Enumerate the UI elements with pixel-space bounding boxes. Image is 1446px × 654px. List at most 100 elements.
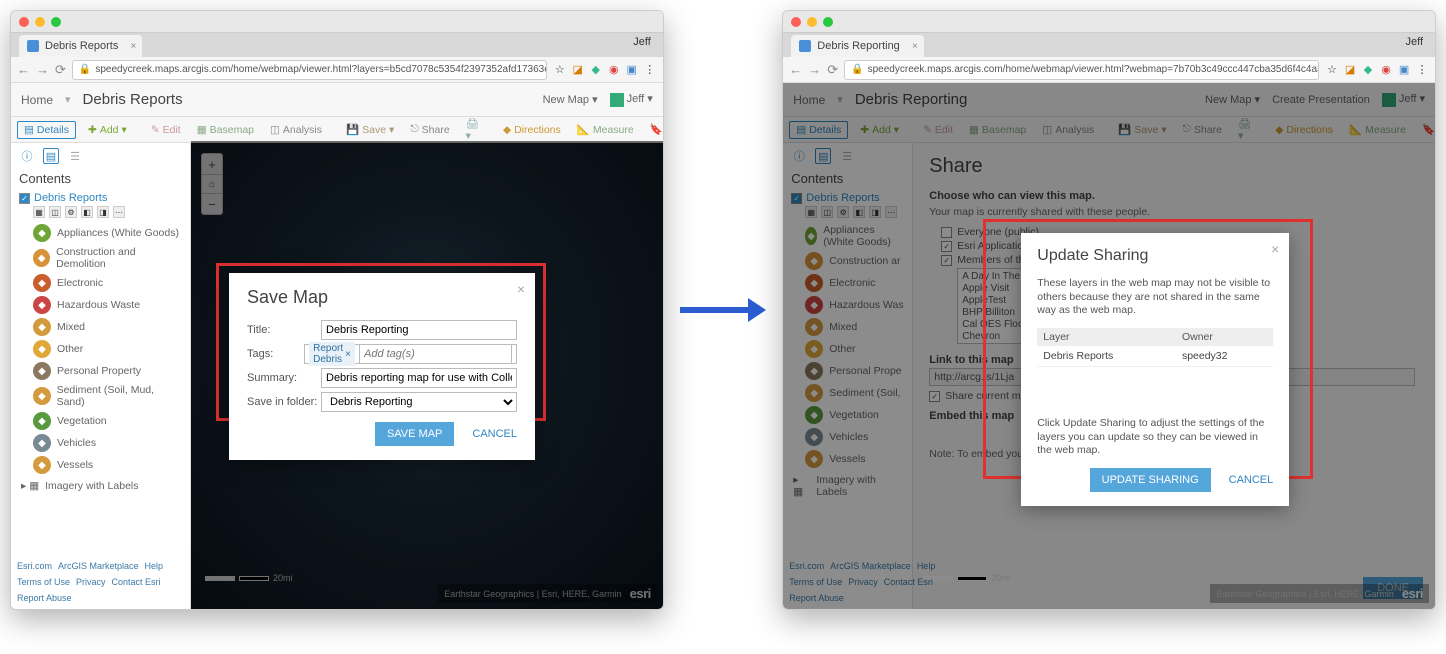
tags-input[interactable]: Report Debris ×: [304, 344, 517, 364]
legend-tab-icon[interactable]: ☰: [67, 148, 83, 164]
back-icon[interactable]: ←: [789, 62, 802, 78]
star-icon[interactable]: ☆: [1325, 63, 1339, 77]
back-icon[interactable]: ←: [17, 62, 30, 78]
close-dot[interactable]: [19, 17, 29, 27]
close-icon[interactable]: ×: [517, 281, 525, 297]
title-input[interactable]: [321, 320, 517, 340]
footer-link[interactable]: Privacy: [76, 577, 106, 587]
bookmarks-button[interactable]: 🔖 Bookmarks: [646, 121, 664, 138]
table-row: Debris Reportsspeedy32: [1037, 346, 1273, 367]
edit-button[interactable]: ✎ Edit: [147, 122, 185, 138]
max-dot[interactable]: [823, 17, 833, 27]
reload-icon[interactable]: ⟳: [827, 62, 838, 78]
profile-name[interactable]: Jeff: [1405, 36, 1423, 48]
legend-label: Vegetation: [57, 415, 107, 427]
directions-button[interactable]: ◆ Directions: [499, 122, 565, 138]
legend-label: Other: [57, 343, 83, 355]
min-dot[interactable]: [807, 17, 817, 27]
ext-icon-1[interactable]: ◪: [571, 63, 585, 77]
url-box[interactable]: 🔒speedycreek.maps.arcgis.com/home/webmap…: [844, 60, 1319, 80]
save-map-button[interactable]: SAVE MAP: [375, 422, 454, 446]
cancel-button[interactable]: CANCEL: [472, 428, 517, 440]
footer-link[interactable]: Esri.com: [17, 561, 52, 571]
summary-label: Summary:: [247, 372, 321, 384]
ext-icon-4[interactable]: ▣: [625, 63, 639, 77]
forward-icon[interactable]: →: [808, 62, 821, 78]
analysis-button[interactable]: ◫ Analysis: [266, 122, 326, 138]
layer-tool-icon[interactable]: ◨: [97, 206, 109, 218]
tab-title: Debris Reporting: [817, 40, 900, 52]
footer-link[interactable]: ArcGIS Marketplace: [58, 561, 139, 571]
cancel-button[interactable]: CANCEL: [1229, 474, 1274, 486]
content-tab-icon[interactable]: ▤: [43, 148, 59, 164]
ext-icon-2[interactable]: ◆: [589, 63, 603, 77]
basemap-row[interactable]: ▸ ▦ Imagery with Labels: [21, 480, 182, 492]
layer-tool-icon[interactable]: ◫: [49, 206, 61, 218]
ext-icon-2[interactable]: ◆: [1361, 63, 1375, 77]
layer-tool-icon[interactable]: ◧: [81, 206, 93, 218]
max-dot[interactable]: [51, 17, 61, 27]
browser-tab[interactable]: Debris Reporting ×: [791, 35, 924, 57]
col-layer: Layer: [1037, 328, 1176, 346]
print-button[interactable]: 🖨 ▾: [462, 115, 483, 144]
url-text: speedycreek.maps.arcgis.com/home/webmap/…: [868, 64, 1319, 75]
layer-tool-icon[interactable]: ⚙: [65, 206, 77, 218]
close-dot[interactable]: [791, 17, 801, 27]
tab-title: Debris Reports: [45, 40, 118, 52]
details-button[interactable]: ▤ Details: [17, 121, 76, 139]
ext-icon-1[interactable]: ◪: [1343, 63, 1357, 77]
tag-add-input[interactable]: [359, 344, 512, 364]
user-menu[interactable]: Jeff ▾: [610, 92, 653, 106]
browser-tab[interactable]: Debris Reports ×: [19, 35, 142, 57]
legend-list: ◆Appliances (White Goods)◆Construction a…: [19, 224, 182, 474]
measure-button[interactable]: 📐 Measure: [573, 121, 638, 138]
star-icon[interactable]: ☆: [553, 63, 567, 77]
legend-symbol-icon: ◆: [33, 362, 51, 380]
close-icon[interactable]: ×: [1271, 241, 1279, 257]
legend-item: ◆Vehicles: [33, 434, 182, 452]
legend-symbol-icon: ◆: [33, 340, 51, 358]
menu-icon[interactable]: ⋮: [643, 63, 657, 77]
summary-input[interactable]: [321, 368, 517, 388]
app-header: Home▾ Debris Reports New Map ▾ Jeff ▾: [11, 83, 663, 117]
dialog-message-2: Click Update Sharing to adjust the setti…: [1037, 417, 1273, 458]
update-sharing-dialog: × Update Sharing These layers in the web…: [1021, 233, 1289, 506]
layer-table: LayerOwner Debris Reportsspeedy32: [1037, 328, 1273, 367]
footer-link[interactable]: Report Abuse: [17, 593, 72, 603]
favicon: [799, 40, 811, 52]
tag-chip[interactable]: Report Debris ×: [309, 342, 355, 366]
app-title: Debris Reports: [83, 91, 183, 108]
home-link[interactable]: Home: [21, 93, 53, 107]
extension-icons: ☆ ◪ ◆ ◉ ▣ ⋮: [553, 63, 657, 77]
layer-checkbox[interactable]: ✓Debris Reports: [19, 192, 182, 204]
new-map-link[interactable]: New Map ▾: [543, 93, 598, 106]
basemap-button[interactable]: ▦ Basemap: [193, 122, 258, 138]
dialog-title: Update Sharing: [1037, 247, 1273, 265]
layer-tool-icon[interactable]: ▦: [33, 206, 45, 218]
share-button[interactable]: ⎋ Share: [406, 121, 453, 138]
add-button[interactable]: ✚ Add ▾: [84, 122, 131, 138]
footer-link[interactable]: Help: [145, 561, 164, 571]
ext-icon-4[interactable]: ▣: [1397, 63, 1411, 77]
ext-icon-3[interactable]: ◉: [1379, 63, 1393, 77]
close-icon[interactable]: ×: [131, 41, 137, 52]
url-box[interactable]: 🔒 speedycreek.maps.arcgis.com/home/webma…: [72, 60, 547, 80]
legend-item: ◆Sediment (Soil, Mud, Sand): [33, 384, 182, 408]
reload-icon[interactable]: ⟳: [55, 62, 66, 78]
close-icon[interactable]: ×: [912, 41, 918, 52]
menu-icon[interactable]: ⋮: [1415, 63, 1429, 77]
ext-icon-3[interactable]: ◉: [607, 63, 621, 77]
min-dot[interactable]: [35, 17, 45, 27]
legend-item: ◆Vegetation: [33, 412, 182, 430]
legend-label: Sediment (Soil, Mud, Sand): [57, 384, 182, 408]
forward-icon[interactable]: →: [36, 62, 49, 78]
about-tab-icon[interactable]: ⓘ: [19, 148, 35, 164]
layer-tool-icon[interactable]: ⋯: [113, 206, 125, 218]
profile-name[interactable]: Jeff: [633, 36, 651, 48]
footer-link[interactable]: Terms of Use: [17, 577, 70, 587]
folder-select[interactable]: Debris Reporting: [321, 392, 517, 412]
footer-link[interactable]: Contact Esri: [112, 577, 161, 587]
update-sharing-button[interactable]: UPDATE SHARING: [1090, 468, 1211, 492]
save-button[interactable]: 💾 Save ▾: [342, 121, 398, 138]
sidebar: ⓘ ▤ ☰ Contents ✓Debris Reports ▦◫⚙◧◨⋯ ◆A…: [11, 143, 191, 609]
